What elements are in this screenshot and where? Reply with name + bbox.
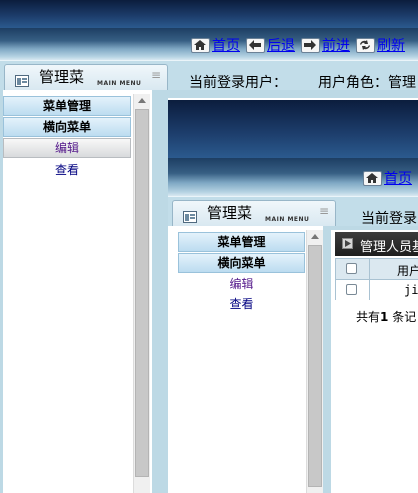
inner-nav-bar: 首页: [168, 158, 418, 196]
inner-frame-divider: [323, 226, 331, 493]
main-menu-tab: 管理菜 MAIN MENU ≡: [4, 64, 168, 92]
inner-sidebar-item-edit[interactable]: 编辑: [178, 275, 305, 293]
forward-arrow-icon[interactable]: [301, 37, 320, 53]
home-icon[interactable]: [363, 170, 382, 186]
inner-sidebar-scrollbar[interactable]: [306, 230, 323, 493]
inner-sidebar-item-menu-manage[interactable]: 菜单管理: [178, 232, 305, 252]
inner-sidebar-item-horizontal-menu[interactable]: 横向菜单: [178, 253, 305, 273]
select-all-checkbox[interactable]: [346, 263, 357, 274]
current-user-label: 当前登录用户：: [189, 75, 287, 91]
inner-main-menu-subtitle: MAIN MENU: [265, 216, 310, 223]
table-footer: 共有1 条记: [356, 310, 417, 324]
main-menu-subtitle: MAIN MENU: [97, 80, 142, 87]
menu-grid-icon: [183, 211, 197, 223]
inner-nav-home-link[interactable]: 首页: [384, 168, 412, 188]
sidebar: 菜单管理 横向菜单 编辑 查看: [0, 90, 152, 493]
collapse-icon[interactable]: ≡: [151, 68, 161, 82]
inner-main-menu-tab: 管理菜 MAIN MENU ≡: [172, 200, 336, 228]
content-frame: 首页 管理菜 MAIN MENU ≡ 当前登录 菜单管理 横向菜单 编辑 查看: [160, 90, 418, 493]
inner-sidebar-item-view[interactable]: 查看: [178, 295, 305, 313]
users-table: 用户 ji: [335, 258, 418, 300]
nav-forward-link[interactable]: 前进: [322, 35, 350, 55]
col-header-user: 用户: [397, 264, 418, 278]
table-header-row: 用户: [336, 259, 418, 280]
content-panel: 管理人员基 用户 ji 共有1 条记: [331, 226, 418, 493]
nav-home-link[interactable]: 首页: [212, 35, 240, 55]
sidebar-item-view[interactable]: 查看: [3, 161, 131, 179]
scroll-up-arrow-icon[interactable]: [134, 94, 150, 108]
inner-main-menu-title: 管理菜: [207, 204, 253, 222]
user-role-label: 用户角色：管理: [318, 75, 416, 91]
nav-refresh-link[interactable]: 刷新: [377, 35, 405, 55]
refresh-icon[interactable]: [356, 37, 375, 53]
inner-top-banner: [168, 100, 418, 158]
collapse-icon[interactable]: ≡: [319, 204, 329, 218]
top-banner: [0, 0, 418, 28]
panel-bullet-icon: [342, 238, 353, 249]
panel-title: 管理人员基: [360, 240, 418, 255]
nav-back-link[interactable]: 后退: [267, 35, 295, 55]
sidebar-scroll-thumb[interactable]: [135, 109, 149, 477]
inner-sidebar: 菜单管理 横向菜单 编辑 查看: [168, 226, 323, 493]
sidebar-item-horizontal-menu[interactable]: 横向菜单: [3, 117, 131, 137]
panel-title-bar: 管理人员基: [335, 232, 418, 256]
inner-current-user-label: 当前登录: [361, 211, 417, 227]
table-row: ji: [336, 280, 418, 300]
sidebar-item-menu-manage[interactable]: 菜单管理: [3, 96, 131, 116]
menu-grid-icon: [15, 75, 29, 87]
main-menu-title: 管理菜: [39, 68, 85, 86]
frame-divider: [152, 90, 160, 493]
inner-sidebar-scroll-thumb[interactable]: [308, 245, 322, 487]
scroll-up-arrow-icon[interactable]: [307, 230, 323, 244]
info-bar: 管理菜 MAIN MENU ≡ 当前登录用户： 用户角色：管理: [0, 60, 418, 92]
nav-bar: 首页 后退 前进 刷新: [0, 28, 418, 60]
sidebar-item-edit[interactable]: 编辑: [3, 138, 131, 158]
inner-info-bar: 管理菜 MAIN MENU ≡ 当前登录: [168, 196, 418, 228]
nav-links: 首页 后退 前进 刷新: [188, 35, 408, 55]
back-arrow-icon[interactable]: [246, 37, 265, 53]
home-icon[interactable]: [191, 37, 210, 53]
row-checkbox[interactable]: [346, 284, 357, 295]
inner-nav-links: 首页: [360, 168, 415, 188]
cell-username: ji: [404, 283, 418, 297]
sidebar-scrollbar[interactable]: [133, 94, 150, 493]
